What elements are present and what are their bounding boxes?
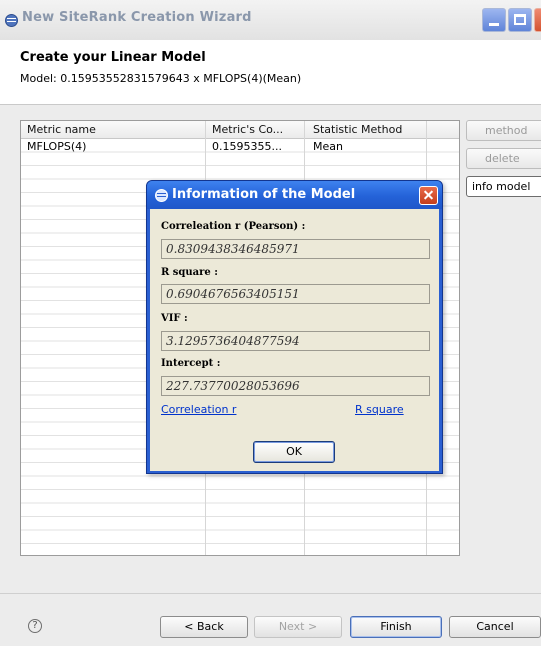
minimize-icon[interactable] [482,8,506,32]
r-square-field[interactable]: 0.6904676563405151 [161,284,430,304]
maximize-icon[interactable] [508,8,532,32]
r-square-link[interactable]: R square [355,403,404,416]
dialog-body: Correleation r (Pearson) : 0.83094383464… [150,209,439,471]
column-header-metric-coefficient[interactable]: Metric's Co... [212,123,283,136]
finish-button[interactable]: Finish [350,616,442,638]
table-header: Metric name Metric's Co... Statistic Met… [21,121,459,139]
back-button[interactable]: < Back [160,616,248,638]
dialog-titlebar[interactable]: Information of the Model [147,181,442,209]
dialog-title: Information of the Model [172,187,356,202]
intercept-field[interactable]: 227.73770028053696 [161,376,430,396]
next-button[interactable]: Next > [254,616,342,638]
cancel-button[interactable]: Cancel [449,616,541,638]
vif-field[interactable]: 3.1295736404877594 [161,331,430,351]
correlation-field[interactable]: 0.8309438346485971 [161,239,430,259]
table-cell-metric-name[interactable]: MFLOPS(4) [27,140,86,153]
method-button[interactable]: method [466,120,541,141]
close-icon[interactable] [534,8,541,32]
table-cell-metric-coefficient[interactable]: 0.1595355... [212,140,282,153]
info-model-button[interactable]: info model [466,176,541,197]
model-info-dialog: Information of the Model Correleation r … [146,180,443,474]
page-title: Create your Linear Model [20,50,206,65]
delete-button[interactable]: delete [466,148,541,169]
model-description: Model: 0.15953552831579643 x MFLOPS(4)(M… [20,72,302,85]
vif-label: VIF : [161,313,188,324]
dialog-close-icon[interactable] [419,186,438,205]
table-cell-statistic-method[interactable]: Mean [313,140,343,153]
help-icon[interactable]: ? [28,619,42,633]
app-icon [5,14,18,27]
window-titlebar[interactable]: New SiteRank Creation Wizard [0,0,541,40]
correlation-link[interactable]: Correleation r [161,403,236,416]
ok-button[interactable]: OK [253,441,335,463]
column-header-metric-name[interactable]: Metric name [27,123,96,136]
r-square-label: R square : [161,267,218,278]
column-header-statistic-method[interactable]: Statistic Method [313,123,402,136]
window-title: New SiteRank Creation Wizard [22,10,252,25]
intercept-label: Intercept : [161,358,221,369]
dialog-app-icon [155,189,168,202]
correlation-label: Correleation r (Pearson) : [161,221,306,232]
